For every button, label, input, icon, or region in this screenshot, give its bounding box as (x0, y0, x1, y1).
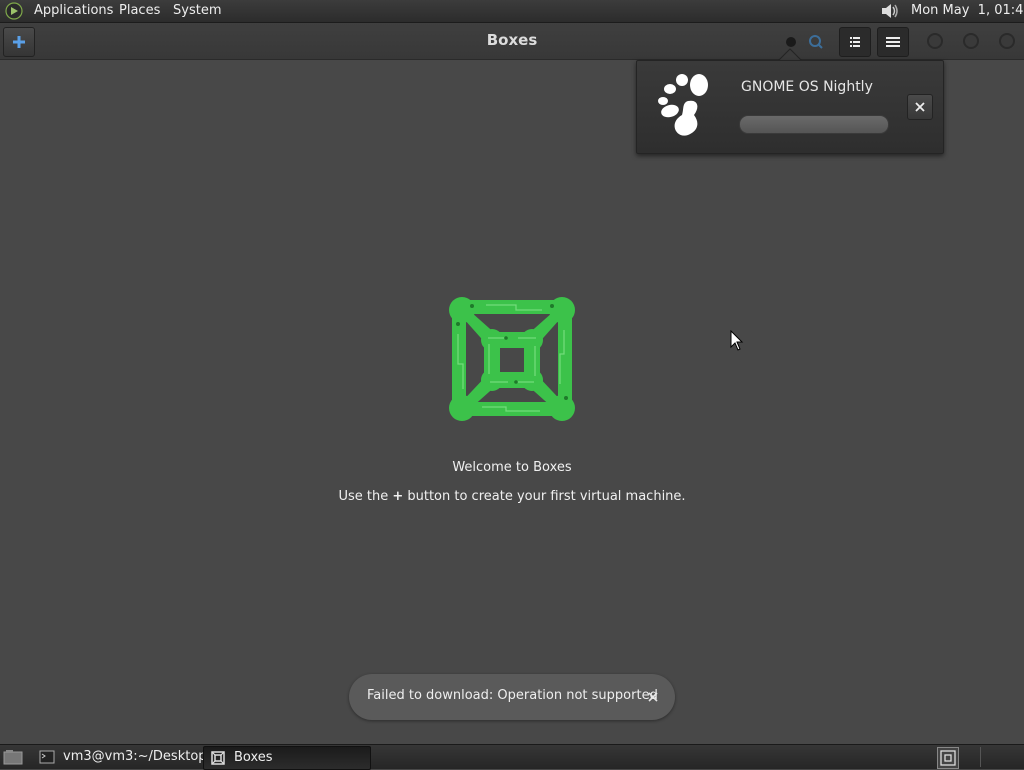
boxes-icon (940, 750, 956, 766)
list-view-icon (850, 37, 860, 47)
welcome-text-after: button to create your first virtual mach… (403, 489, 686, 504)
toast-message: Failed to download: Operation not suppor… (367, 688, 658, 703)
clock[interactable]: Mon May 1, 01:45 (911, 3, 1024, 18)
notification-close-button[interactable] (907, 94, 933, 120)
task-boxes-label: Boxes (234, 750, 273, 765)
close-icon (915, 102, 925, 112)
mouse-cursor-icon (730, 330, 744, 351)
header-bar: Boxes (0, 23, 1024, 60)
download-notification: GNOME OS Nightly (636, 60, 944, 154)
task-terminal[interactable]: vm3@vm3:~/Desktop (33, 746, 207, 768)
welcome-text-before: Use the (338, 489, 393, 504)
search-icon[interactable] (807, 33, 825, 51)
boxes-logo-icon (449, 297, 575, 421)
workspace-1[interactable] (937, 747, 959, 769)
download-progress-bar (739, 115, 889, 134)
spinner-icon (786, 37, 796, 47)
gnome-foot-icon (658, 74, 708, 136)
places-menu[interactable]: Places (119, 3, 160, 18)
error-toast: Failed to download: Operation not suppor… (349, 674, 675, 720)
bottom-panel: vm3@vm3:~/Desktop Boxes (0, 744, 1024, 770)
close-icon[interactable] (645, 689, 661, 705)
welcome-text: Use the + button to create your first vi… (0, 489, 1024, 504)
welcome-title: Welcome to Boxes (452, 460, 572, 475)
plus-symbol: + (392, 489, 404, 504)
list-view-button[interactable] (839, 27, 871, 57)
minimize-icon[interactable] (926, 32, 944, 50)
close-window-icon[interactable] (998, 32, 1016, 50)
maximize-icon[interactable] (962, 32, 980, 50)
task-boxes[interactable]: Boxes (203, 746, 371, 770)
boxes-icon (211, 751, 225, 765)
gnome-foot-icon[interactable] (5, 2, 23, 20)
speaker-icon[interactable] (879, 1, 901, 21)
show-desktop-icon[interactable] (3, 749, 23, 765)
workspace-separator (980, 747, 981, 767)
top-panel: Applications Places System Mon May 1, 01… (0, 0, 1024, 23)
menu-icon (886, 37, 900, 47)
menu-button[interactable] (877, 27, 909, 57)
notification-title: GNOME OS Nightly (741, 79, 873, 95)
applications-menu[interactable]: Applications (34, 3, 113, 18)
task-terminal-label: vm3@vm3:~/Desktop (63, 749, 207, 764)
system-menu[interactable]: System (173, 3, 221, 18)
terminal-icon (39, 750, 55, 764)
